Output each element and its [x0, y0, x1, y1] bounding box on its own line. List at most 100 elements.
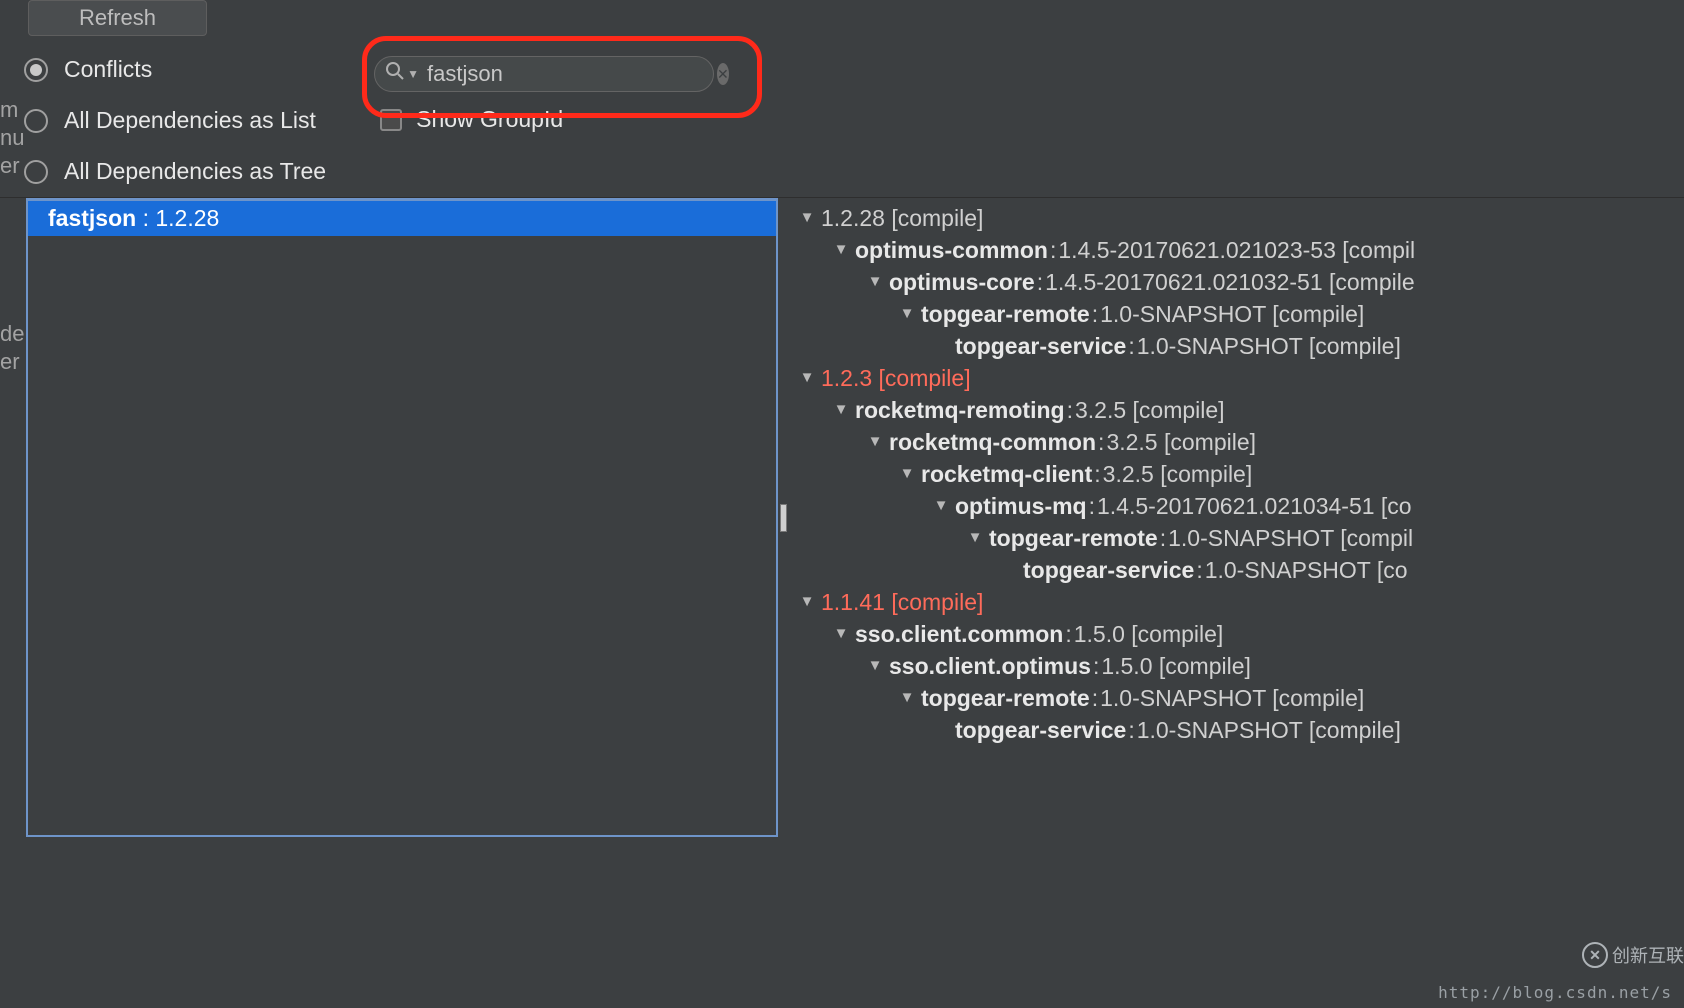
tree-node-version: 1.4.5-20170621.021032-51 [compile — [1045, 266, 1415, 298]
twisty-expanded-icon[interactable]: ▼ — [897, 298, 917, 330]
tree-row[interactable]: ▼1.2.28 [compile] — [793, 202, 1680, 234]
tree-node-name: topgear-service — [1023, 554, 1194, 586]
tree-row[interactable]: ▼optimus-mq : 1.4.5-20170621.021034-51 [… — [793, 490, 1680, 522]
tree-row[interactable]: topgear-service : 1.0-SNAPSHOT [co — [793, 554, 1680, 586]
tree-node-name: topgear-remote — [921, 682, 1090, 714]
tree-node-name: topgear-service — [955, 714, 1126, 746]
tree-node-sep: : — [1092, 298, 1098, 330]
tree-node-version: 1.4.5-20170621.021023-53 [compil — [1058, 234, 1415, 266]
tree-row[interactable]: ▼rocketmq-client : 3.2.5 [compile] — [793, 458, 1680, 490]
radio-icon — [24, 58, 48, 82]
tree-row[interactable]: topgear-service : 1.0-SNAPSHOT [compile] — [793, 330, 1680, 362]
tree-node-sep: : — [1093, 650, 1099, 682]
twisty-expanded-icon[interactable]: ▼ — [865, 650, 885, 682]
splitter-grip-icon — [780, 504, 787, 532]
tree-node-version: 3.2.5 [compile] — [1075, 394, 1225, 426]
tree-node-sep: : — [1098, 426, 1104, 458]
tree-node-version: 1.0-SNAPSHOT [compile] — [1100, 682, 1364, 714]
twisty-expanded-icon[interactable]: ▼ — [897, 458, 917, 490]
result-row[interactable]: fastjson : 1.2.28 — [28, 201, 776, 236]
tree-node-version: 3.2.5 [compile] — [1106, 426, 1256, 458]
tree-node-name: optimus-mq — [955, 490, 1087, 522]
tree-node-sep: : — [1067, 394, 1073, 426]
radio-all-tree[interactable]: All Dependencies as Tree — [24, 158, 326, 185]
checkbox-icon — [380, 109, 402, 131]
search-input[interactable] — [425, 60, 717, 88]
tree-row[interactable]: ▼sso.client.optimus : 1.5.0 [compile] — [793, 650, 1680, 682]
tree-row[interactable]: ▼optimus-common : 1.4.5-20170621.021023-… — [793, 234, 1680, 266]
tree-node-sep: : — [1128, 330, 1134, 362]
tree-node-sep: : — [1094, 458, 1100, 490]
twisty-expanded-icon[interactable]: ▼ — [865, 426, 885, 458]
radio-conflicts[interactable]: Conflicts — [24, 56, 326, 83]
tree-node-version-label: 1.1.41 [compile] — [821, 586, 983, 618]
twisty-expanded-icon[interactable]: ▼ — [831, 234, 851, 266]
twisty-expanded-icon[interactable]: ▼ — [797, 202, 817, 234]
twisty-expanded-icon[interactable]: ▼ — [831, 618, 851, 650]
watermark-url: http://blog.csdn.net/s — [1438, 983, 1672, 1002]
twisty-expanded-icon[interactable]: ▼ — [865, 266, 885, 298]
twisty-expanded-icon[interactable]: ▼ — [897, 682, 917, 714]
radio-label: All Dependencies as List — [64, 107, 316, 134]
tree-node-version: 1.5.0 [compile] — [1074, 618, 1224, 650]
tree-node-version-label: 1.2.3 [compile] — [821, 362, 971, 394]
tree-node-version: 1.0-SNAPSHOT [compil — [1168, 522, 1413, 554]
tree-node-name: rocketmq-remoting — [855, 394, 1065, 426]
tree-row[interactable]: ▼optimus-core : 1.4.5-20170621.021032-51… — [793, 266, 1680, 298]
tree-node-name: topgear-service — [955, 330, 1126, 362]
twisty-expanded-icon[interactable]: ▼ — [831, 394, 851, 426]
clear-search-icon[interactable]: ✕ — [717, 63, 729, 85]
tree-node-sep: : — [1089, 490, 1095, 522]
twisty-expanded-icon[interactable]: ▼ — [797, 362, 817, 394]
tree-node-version: 1.5.0 [compile] — [1101, 650, 1251, 682]
watermark-brand: 创新互联 — [1612, 942, 1684, 968]
tree-node-sep: : — [1196, 554, 1202, 586]
chevron-down-icon[interactable]: ▼ — [407, 67, 419, 81]
tree-row[interactable]: ▼rocketmq-remoting : 3.2.5 [compile] — [793, 394, 1680, 426]
tree-node-sep: : — [1037, 266, 1043, 298]
radio-label: Conflicts — [64, 56, 152, 83]
tree-row[interactable]: topgear-service : 1.0-SNAPSHOT [compile] — [793, 714, 1680, 746]
tree-node-version: 1.0-SNAPSHOT [compile] — [1137, 714, 1401, 746]
tree-node-sep: : — [1050, 234, 1056, 266]
tree-node-version: 1.0-SNAPSHOT [compile] — [1100, 298, 1364, 330]
tree-node-name: rocketmq-common — [889, 426, 1096, 458]
view-mode-radios: Conflicts All Dependencies as List All D… — [24, 56, 326, 185]
tree-node-version: 1.4.5-20170621.021034-51 [co — [1097, 490, 1412, 522]
tree-node-sep: : — [1065, 618, 1071, 650]
tree-node-name: topgear-remote — [989, 522, 1158, 554]
radio-all-list[interactable]: All Dependencies as List — [24, 107, 326, 134]
twisty-expanded-icon[interactable]: ▼ — [797, 586, 817, 618]
tree-row[interactable]: ▼sso.client.common : 1.5.0 [compile] — [793, 618, 1680, 650]
result-name: fastjson — [48, 205, 136, 231]
tree-node-name: topgear-remote — [921, 298, 1090, 330]
tree-node-sep: : — [1092, 682, 1098, 714]
twisty-expanded-icon[interactable]: ▼ — [965, 522, 985, 554]
tree-node-sep: : — [1128, 714, 1134, 746]
tree-row[interactable]: ▼1.2.3 [compile] — [793, 362, 1680, 394]
tree-node-version: 1.0-SNAPSHOT [co — [1205, 554, 1408, 586]
checkbox-label: Show GroupId — [416, 106, 563, 133]
watermark-logo: ✕ 创新互联 — [1582, 942, 1684, 968]
show-groupid-checkbox[interactable]: Show GroupId — [380, 106, 714, 133]
tree-node-name: optimus-core — [889, 266, 1035, 298]
refresh-button[interactable]: Refresh — [28, 0, 207, 36]
twisty-expanded-icon[interactable]: ▼ — [931, 490, 951, 522]
radio-label: All Dependencies as Tree — [64, 158, 326, 185]
search-icon — [385, 61, 405, 87]
tree-node-version-label: 1.2.28 [compile] — [821, 202, 983, 234]
tree-row[interactable]: ▼topgear-remote : 1.0-SNAPSHOT [compile] — [793, 682, 1680, 714]
tree-row[interactable]: ▼topgear-remote : 1.0-SNAPSHOT [compil — [793, 522, 1680, 554]
tree-node-name: optimus-common — [855, 234, 1048, 266]
tree-node-name: sso.client.common — [855, 618, 1063, 650]
tree-row[interactable]: ▼rocketmq-common : 3.2.5 [compile] — [793, 426, 1680, 458]
radio-icon — [24, 160, 48, 184]
tree-row[interactable]: ▼topgear-remote : 1.0-SNAPSHOT [compile] — [793, 298, 1680, 330]
tree-node-name: rocketmq-client — [921, 458, 1092, 490]
search-field[interactable]: ▼ ✕ — [374, 56, 714, 92]
tree-node-version: 3.2.5 [compile] — [1103, 458, 1253, 490]
tree-row[interactable]: ▼1.1.41 [compile] — [793, 586, 1680, 618]
results-panel: fastjson : 1.2.28 — [26, 198, 778, 837]
dependency-tree-panel: ▼1.2.28 [compile]▼optimus-common : 1.4.5… — [789, 198, 1684, 837]
panel-splitter[interactable] — [778, 198, 789, 837]
